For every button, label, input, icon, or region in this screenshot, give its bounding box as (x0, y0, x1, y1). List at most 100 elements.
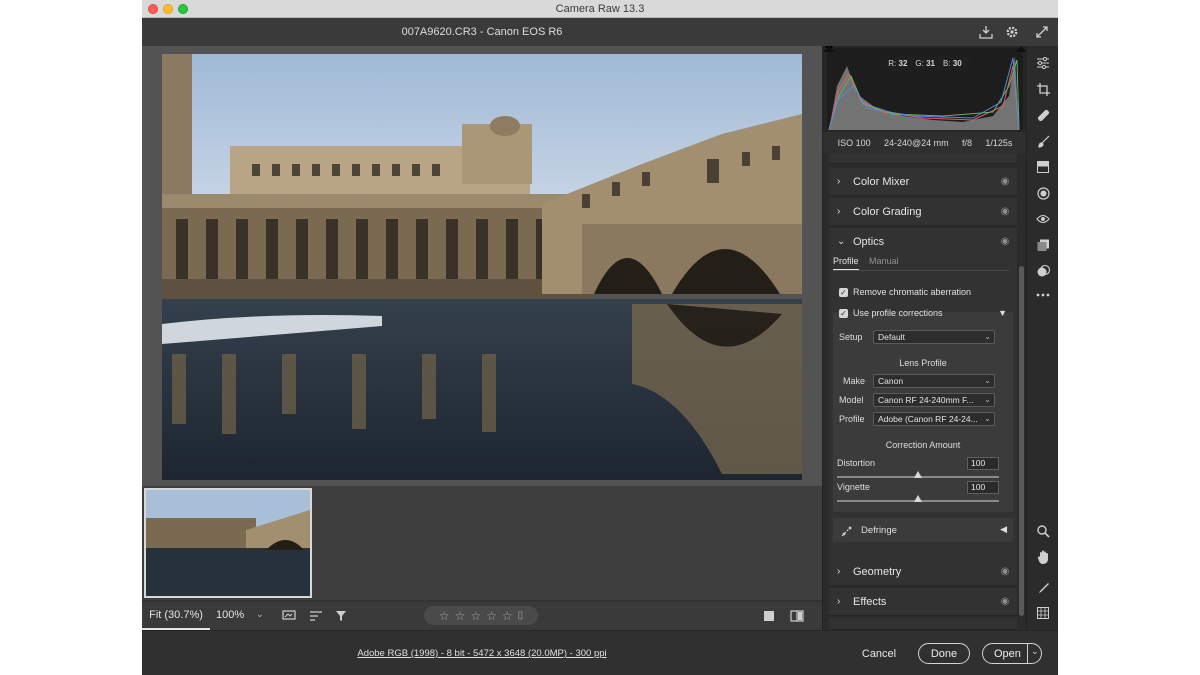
make-label: Make (843, 376, 866, 386)
distortion-slider-handle[interactable] (914, 471, 922, 478)
star-icon[interactable]: ☆ (439, 609, 450, 623)
eye-icon[interactable]: ◉ (999, 205, 1011, 217)
section-label: Color Mixer (853, 176, 910, 188)
chevron-down-icon[interactable]: ⌄ (1031, 646, 1039, 657)
r-label: R: (888, 59, 897, 68)
chevron-right-icon: › (837, 176, 841, 187)
section-effects[interactable]: › Effects ◉ (829, 588, 1017, 616)
vignette-slider-handle[interactable] (914, 495, 922, 502)
healing-icon[interactable] (1034, 106, 1052, 124)
section-color-grading[interactable]: › Color Grading ◉ (829, 198, 1017, 226)
gear-icon[interactable] (1003, 23, 1021, 41)
exif-info: ISO 100 24-240@24 mm f/8 1/125s (823, 132, 1027, 154)
g-label: G: (915, 59, 924, 68)
make-select[interactable]: Canon ⌄ (873, 374, 995, 388)
eye-icon[interactable]: ◉ (999, 565, 1011, 577)
tab-divider (833, 270, 1009, 271)
defringe-section[interactable]: Defringe ◀ (833, 518, 1013, 542)
section-label: Effects (853, 596, 887, 608)
make-value: Canon (878, 376, 904, 386)
star-icon[interactable]: ☆ (502, 609, 513, 623)
model-select[interactable]: Canon RF 24-240mm F... ⌄ (873, 393, 995, 407)
filter-icon[interactable] (332, 607, 350, 625)
trash-icon[interactable]: ▯ (518, 610, 524, 621)
zoom-fit-button[interactable]: Fit (30.7%) (142, 602, 210, 630)
remove-ca-checkbox[interactable]: ✓ (839, 288, 848, 297)
profile-select[interactable]: Adobe (Canon RF 24-24... ⌄ (873, 412, 995, 426)
cancel-button[interactable]: Cancel (854, 643, 904, 664)
grid-icon[interactable] (1034, 604, 1052, 622)
detail-section-edge (829, 154, 1017, 164)
b-value: 30 (952, 59, 962, 68)
eye-icon[interactable]: ◉ (999, 175, 1011, 187)
filmstrip-thumbnail[interactable] (144, 488, 312, 598)
before-after-icon[interactable] (760, 607, 778, 625)
section-label: Color Grading (853, 206, 922, 218)
star-rating[interactable]: ☆ ☆ ☆ ☆ ☆ ▯ (424, 606, 538, 625)
remove-ca-label: Remove chromatic aberration (853, 287, 972, 297)
tab-manual[interactable]: Manual (869, 256, 899, 266)
section-color-mixer[interactable]: › Color Mixer ◉ (829, 168, 1017, 196)
distortion-input[interactable]: 100 (967, 457, 999, 470)
done-button[interactable]: Done (918, 643, 970, 664)
status-bar: Adobe RGB (1998) - 8 bit - 5472 x 3648 (… (142, 630, 1058, 675)
eye-icon[interactable]: ◉ (999, 235, 1011, 247)
crop-icon[interactable] (1034, 80, 1052, 98)
open-button[interactable]: Open ⌄ (982, 643, 1042, 664)
section-geometry[interactable]: › Geometry ◉ (829, 558, 1017, 586)
lens-value: 24-240@24 mm (884, 138, 949, 148)
star-icon[interactable]: ☆ (455, 609, 466, 623)
save-image-icon[interactable] (977, 23, 995, 41)
zoom-dropdown-icon[interactable]: ⌄ (256, 609, 264, 620)
zoom-tool-icon[interactable] (1034, 522, 1052, 540)
g-value: 31 (926, 59, 936, 68)
tab-profile[interactable]: Profile (833, 256, 859, 266)
white-balance-icon[interactable] (1034, 578, 1052, 596)
chevron-right-icon: › (837, 596, 841, 607)
brush-icon[interactable] (1034, 132, 1052, 150)
profile-label: Profile (839, 414, 865, 424)
more-icon[interactable] (1034, 286, 1052, 304)
split-view-icon[interactable] (788, 607, 806, 625)
filmstrip-view-icon[interactable] (280, 607, 298, 625)
radial-filter-icon[interactable] (1034, 184, 1052, 202)
preview-toolbar: Fit (30.7%) 100% ⌄ ☆ ☆ ☆ ☆ ☆ ▯ (142, 602, 822, 630)
filmstrip (142, 486, 822, 600)
eye-icon[interactable]: ◉ (999, 595, 1011, 607)
optics-panel: Profile Manual ✓ Remove chromatic aberra… (829, 252, 1017, 564)
profile-value: Adobe (Canon RF 24-24... (878, 414, 978, 424)
vignette-input[interactable]: 100 (967, 481, 999, 494)
red-eye-icon[interactable] (1034, 210, 1052, 228)
open-button-label: Open (994, 647, 1021, 660)
snapshots-icon[interactable] (1034, 236, 1052, 254)
star-icon[interactable]: ☆ (486, 609, 497, 623)
chevron-right-icon: › (837, 206, 841, 217)
split-divider (1027, 644, 1028, 663)
adjustments-panel: R: 32 G: 31 B: 30 ISO 100 24-240@24 mm f… (822, 46, 1027, 630)
chevron-down-icon: ⌄ (984, 414, 991, 423)
hand-tool-icon[interactable] (1034, 548, 1052, 566)
zoom-100-button[interactable]: 100% (216, 609, 244, 621)
workflow-options-link[interactable]: Adobe RGB (1998) - 8 bit - 5472 x 3648 (… (262, 648, 702, 659)
chevron-right-icon: › (837, 566, 841, 577)
sort-icon[interactable] (307, 607, 325, 625)
fullscreen-icon[interactable] (1033, 23, 1051, 41)
model-value: Canon RF 24-240mm F... (878, 395, 974, 405)
setup-select[interactable]: Default ⌄ (873, 330, 995, 344)
use-profile-checkbox[interactable]: ✓ (839, 309, 848, 318)
presets-icon[interactable] (1034, 262, 1052, 280)
panel-scrollbar[interactable] (1019, 266, 1024, 616)
setup-label: Setup (839, 332, 863, 342)
edit-sliders-icon[interactable] (1034, 54, 1052, 72)
chevron-down-icon: ⌄ (984, 332, 991, 341)
graduated-filter-icon[interactable] (1034, 158, 1052, 176)
chevron-down-icon: ⌄ (984, 376, 991, 385)
expand-triangle-icon[interactable]: ◀ (1000, 524, 1007, 535)
chevron-down-icon: ⌄ (837, 236, 846, 247)
rgb-readout: R: 32 G: 31 B: 30 (879, 56, 971, 71)
collapse-triangle-icon[interactable]: ▼ (998, 308, 1007, 318)
histogram: R: 32 G: 31 B: 30 (823, 46, 1027, 132)
star-icon[interactable]: ☆ (470, 609, 481, 623)
calibration-section-edge (829, 618, 1017, 630)
photo-preview[interactable] (162, 54, 802, 480)
